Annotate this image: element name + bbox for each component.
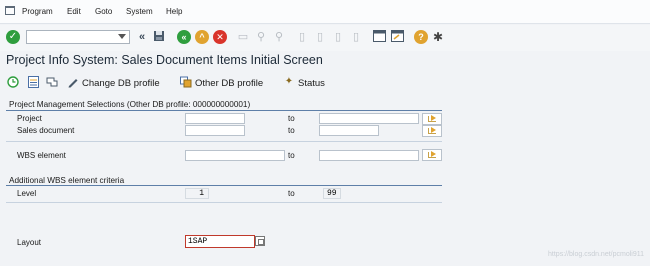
- sales-document-to-label: to: [288, 126, 295, 135]
- menu-edit[interactable]: Edit: [67, 7, 81, 16]
- last-page-icon: ▯: [352, 31, 360, 43]
- help-icon[interactable]: ?: [414, 30, 428, 44]
- layout-input[interactable]: [185, 235, 255, 248]
- sales-document-multiple-selection-button[interactable]: [422, 125, 442, 137]
- next-page-icon: ▯: [334, 31, 342, 43]
- checkmark-icon[interactable]: ✓: [6, 30, 20, 44]
- level-from-input[interactable]: [185, 188, 209, 199]
- sales-document-to-input[interactable]: [319, 125, 379, 136]
- project-to-label: to: [288, 114, 295, 123]
- level-label: Level: [17, 189, 37, 198]
- list-icon[interactable]: [27, 76, 39, 88]
- project-from-input[interactable]: [185, 113, 245, 124]
- group-divider: [6, 110, 442, 111]
- sales-document-from-input[interactable]: [185, 125, 245, 136]
- execute-icon[interactable]: [7, 76, 19, 88]
- wbs-element-multiple-selection-button[interactable]: [422, 149, 442, 161]
- menu-program[interactable]: Program: [22, 7, 53, 16]
- change-db-profile-button[interactable]: Change DB profile: [82, 78, 160, 89]
- find-next-icon: ⚲: [274, 31, 284, 43]
- customize-icon[interactable]: ✱: [431, 30, 445, 44]
- project-label: Project: [17, 114, 42, 123]
- wbs-element-to-label: to: [288, 151, 295, 160]
- shortcut-icon[interactable]: [390, 30, 404, 44]
- level-to-input[interactable]: [323, 188, 341, 199]
- menu-goto[interactable]: Goto: [95, 7, 112, 16]
- standard-toolbar: ✓ « « ^ ✕ ▭ ⚲ ⚲ ▯ ▯ ▯ ▯ ? ✱: [0, 25, 650, 51]
- row-divider: [6, 141, 442, 142]
- find-icon: ⚲: [256, 31, 266, 43]
- cancel-icon[interactable]: ✕: [213, 30, 227, 44]
- row-divider: [6, 202, 442, 203]
- command-field[interactable]: [26, 30, 130, 44]
- exit-icon[interactable]: ^: [195, 30, 209, 44]
- filter-icon[interactable]: [46, 76, 58, 88]
- page-title: Project Info System: Sales Document Item…: [6, 53, 323, 67]
- first-page-icon: ▯: [298, 31, 306, 43]
- watermark: https://blog.csdn.net/pcmoli911: [548, 251, 644, 258]
- group-title-wbs: Additional WBS element criteria: [9, 176, 125, 185]
- status-icon: ✦: [284, 76, 294, 87]
- status-button[interactable]: Status: [298, 78, 325, 89]
- chevron-down-icon[interactable]: [118, 34, 126, 39]
- other-db-profile-button[interactable]: Other DB profile: [195, 78, 263, 89]
- save-icon[interactable]: [152, 30, 166, 44]
- wbs-element-from-input[interactable]: [185, 150, 285, 161]
- pencil-icon: [67, 76, 79, 88]
- sales-document-label: Sales document: [17, 126, 75, 135]
- menu-help[interactable]: Help: [166, 7, 182, 16]
- menu-system[interactable]: System: [126, 7, 153, 16]
- level-to-label: to: [288, 189, 295, 198]
- application-toolbar: Change DB profile Other DB profile ✦ Sta…: [0, 74, 650, 92]
- create-session-icon[interactable]: [372, 30, 386, 44]
- project-multiple-selection-button[interactable]: [422, 113, 442, 125]
- db-profile-icon: [180, 76, 192, 88]
- menu-bar: Program Edit Goto System Help: [0, 0, 650, 24]
- layout-label: Layout: [17, 238, 42, 247]
- sap-menu-icon[interactable]: [5, 6, 15, 15]
- print-icon: ▭: [237, 31, 249, 43]
- value-help-icon[interactable]: [255, 236, 265, 246]
- previous-page-icon: ▯: [316, 31, 324, 43]
- group-divider: [6, 185, 442, 186]
- wbs-element-to-input[interactable]: [319, 150, 419, 161]
- project-to-input[interactable]: [319, 113, 419, 124]
- group-title-pm: Project Management Selections (Other DB …: [9, 100, 251, 109]
- wbs-element-label: WBS element: [17, 151, 66, 160]
- back-icon[interactable]: «: [177, 30, 191, 44]
- double-left-icon[interactable]: «: [135, 30, 149, 44]
